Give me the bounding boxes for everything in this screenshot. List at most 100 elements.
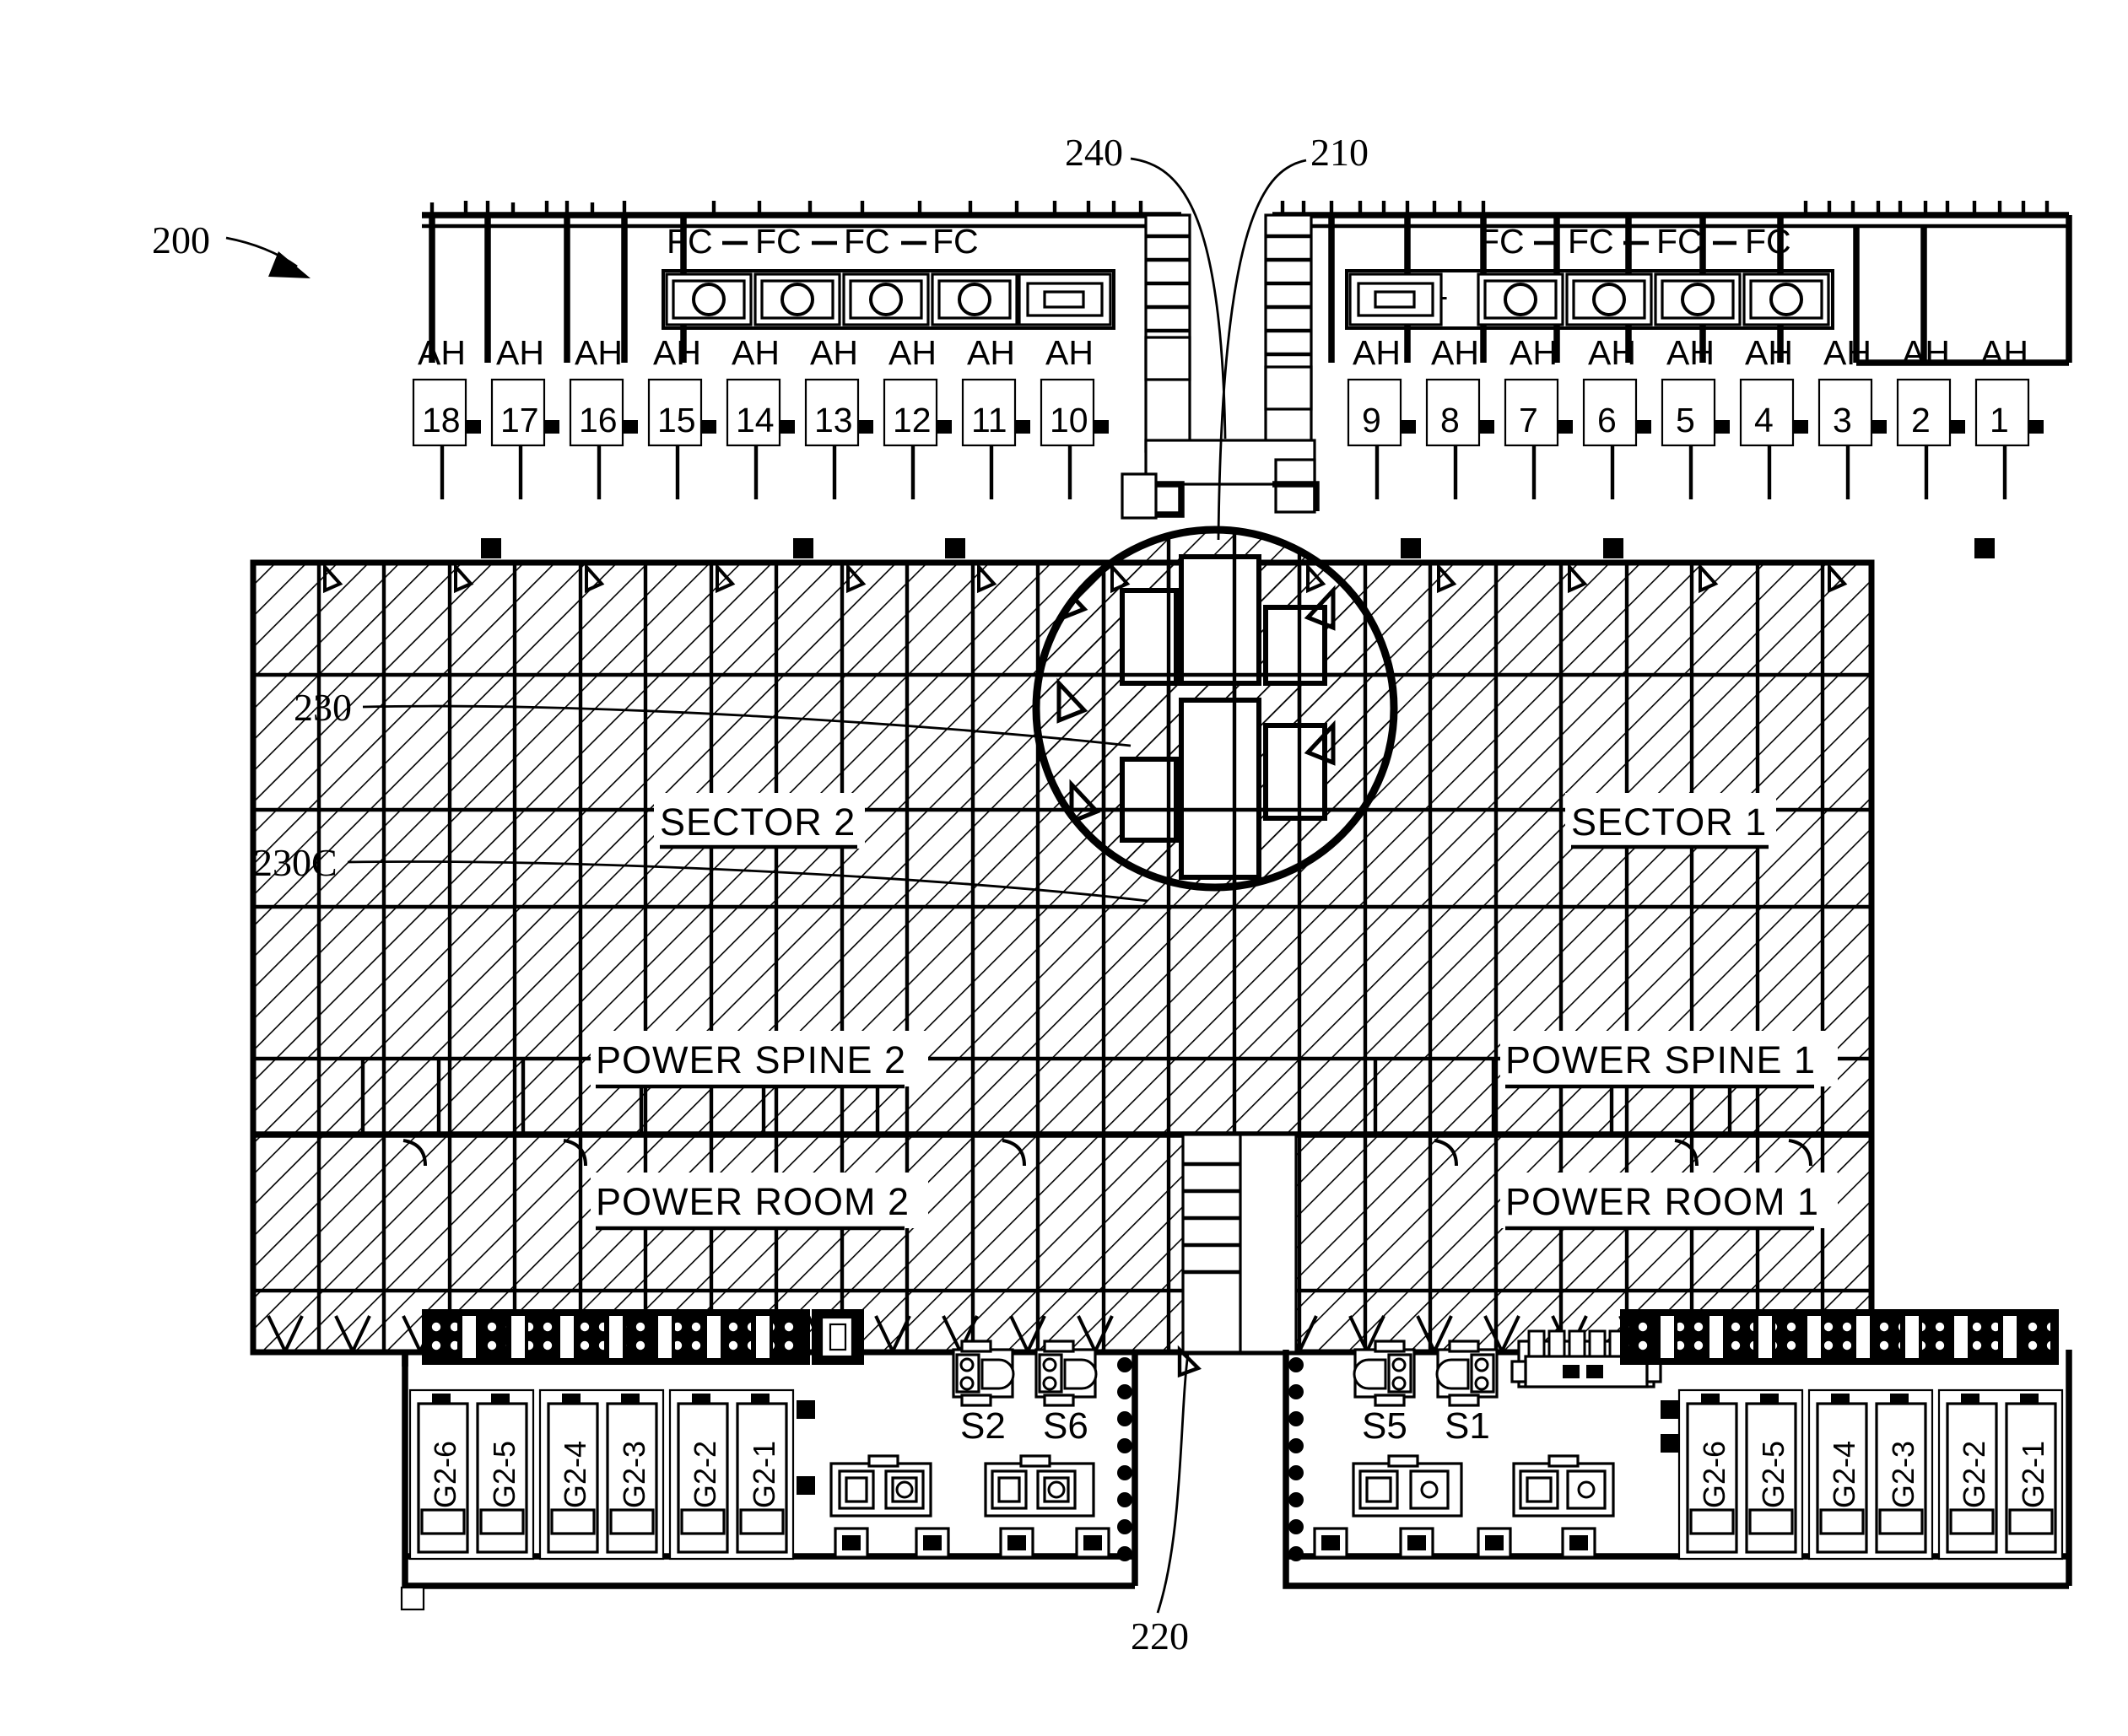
ah-number: 5	[1676, 401, 1695, 439]
ah-number: 6	[1597, 401, 1617, 439]
switchgear-label-s1: S1	[1445, 1405, 1490, 1447]
ah-number: 17	[500, 401, 539, 439]
fc-prefix-label: FC	[1478, 222, 1525, 261]
transformer-unit	[1353, 1340, 1416, 1407]
ah-number: 7	[1519, 401, 1538, 439]
sector-2-label: SECTOR 2	[660, 801, 856, 844]
generator-label: G2-6	[1697, 1441, 1731, 1508]
power-spine-2-label: POWER SPINE 2	[596, 1038, 906, 1081]
ah-prefix: AH	[1823, 333, 1871, 372]
ah-prefix: AH	[1045, 333, 1094, 372]
reference-number-200: 200	[152, 218, 210, 261]
ah-prefix: AH	[810, 333, 858, 372]
generator-bank-left: G2-6 G2-5 G2-4 G2-3 G2-2 G2-1	[408, 1388, 815, 1561]
transformer-unit	[952, 1340, 1015, 1407]
ah-number: 1	[1990, 401, 2009, 439]
zone-label-sector-2: SECTOR 2	[654, 793, 865, 849]
sector-1-label: SECTOR 1	[1571, 801, 1767, 844]
ah-number: 13	[814, 401, 853, 439]
ah-prefix: AH	[888, 333, 937, 372]
reference-number-240: 240	[1065, 131, 1123, 174]
equipment-pad	[1512, 1454, 1615, 1518]
ah-number: 9	[1362, 401, 1381, 439]
ah-prefix: AH	[653, 333, 701, 372]
ah-number: 14	[736, 401, 775, 439]
generator-label: G2-6	[428, 1441, 462, 1508]
fc-prefix-label: FC	[667, 222, 713, 261]
fc-equipment-row-right	[1345, 269, 1834, 330]
reference-number-210: 210	[1310, 131, 1369, 174]
fc-prefix-label: FC	[1745, 222, 1791, 261]
pps-1-unit	[1348, 272, 1443, 326]
transformer-unit	[1034, 1340, 1098, 1407]
ah-prefix: AH	[1510, 333, 1558, 372]
fc-equipment-row-left	[662, 269, 1115, 330]
generator-label: G2-4	[558, 1441, 592, 1508]
ah-number: 3	[1833, 401, 1852, 439]
switchgear-strip-left	[422, 1309, 864, 1365]
pps-2-unit	[1018, 272, 1112, 326]
ah-number: 16	[579, 401, 618, 439]
generator-label: G2-3	[1886, 1441, 1920, 1508]
switchgear-label-s5: S5	[1362, 1405, 1407, 1447]
central-spine-corridor	[1181, 1133, 1298, 1354]
ah-number: 18	[422, 401, 461, 439]
ah-prefix: AH	[732, 333, 780, 372]
ah-number: 10	[1050, 401, 1088, 439]
ah-prefix: AH	[1980, 333, 2028, 372]
generator-bank-right: G2-6 G2-5 G2-4 G2-3 G2-2 G2-1	[1661, 1388, 2064, 1561]
detail-circle-210	[1032, 526, 1398, 892]
ah-prefix: AH	[1588, 333, 1636, 372]
ah-number: 2	[1911, 401, 1931, 439]
zone-label-sector-1: SECTOR 1	[1565, 793, 1776, 849]
switchgear-label-s2: S2	[960, 1405, 1006, 1447]
ah-number: 4	[1754, 401, 1774, 439]
generator-label: G2-5	[1756, 1441, 1790, 1508]
generator-label: G2-1	[2016, 1441, 2050, 1508]
power-spine-1-label: POWER SPINE 1	[1505, 1038, 1816, 1081]
generator-label: G2-2	[688, 1441, 722, 1508]
reference-number-230: 230	[294, 686, 352, 729]
switchgear-strip-right	[1620, 1309, 2059, 1365]
ah-prefix: AH	[496, 333, 544, 372]
reference-number-230C: 230C	[253, 841, 338, 884]
ah-prefix: AH	[1666, 333, 1715, 372]
ah-prefix: AH	[1353, 333, 1401, 372]
zone-label-power-spine-2: POWER SPINE 2	[591, 1031, 928, 1089]
fc-prefix-label: FC	[755, 222, 802, 261]
ah-number: 11	[971, 401, 1007, 439]
ah-prefix: AH	[418, 333, 466, 372]
zone-label-power-spine-1: POWER SPINE 1	[1500, 1031, 1838, 1089]
fc-prefix-label: FC	[932, 222, 979, 261]
ah-prefix: AH	[1902, 333, 1950, 372]
central-core-right	[1264, 213, 1313, 453]
generator-label: G2-3	[617, 1441, 651, 1508]
ah-prefix: AH	[1745, 333, 1793, 372]
equipment-pad	[829, 1454, 932, 1518]
generator-label: G2-1	[747, 1441, 781, 1508]
power-room-1-label: POWER ROOM 1	[1505, 1180, 1819, 1223]
fc-prefix-label: FC	[1656, 222, 1703, 261]
ah-number: 15	[657, 401, 696, 439]
equipment-pad	[984, 1454, 1095, 1518]
figure-canvas: FC FC FC FC 8 7 6 5 PPS-2	[0, 0, 2128, 1736]
equipment-pad	[1352, 1454, 1463, 1518]
zone-label-power-room-1: POWER ROOM 1	[1500, 1173, 1838, 1231]
generator-label: G2-4	[1827, 1441, 1861, 1508]
ah-number: 8	[1440, 401, 1460, 439]
ah-prefix: AH	[575, 333, 623, 372]
switchgear-label-s6: S6	[1043, 1405, 1088, 1447]
central-core-left	[1144, 213, 1191, 453]
generator-label: G2-5	[487, 1441, 521, 1508]
ah-number: 12	[893, 401, 932, 439]
reference-number-220: 220	[1131, 1615, 1189, 1658]
transformer-unit	[1435, 1340, 1499, 1407]
ah-prefix: AH	[1431, 333, 1479, 372]
patent-figure-sheet: FC FC FC FC 8 7 6 5 PPS-2	[0, 0, 2128, 1736]
zone-label-power-room-2: POWER ROOM 2	[591, 1173, 928, 1231]
generator-label: G2-2	[1957, 1441, 1991, 1508]
fc-prefix-label: FC	[844, 222, 890, 261]
ah-prefix: AH	[967, 333, 1015, 372]
fc-prefix-label: FC	[1568, 222, 1614, 261]
power-room-2-label: POWER ROOM 2	[596, 1180, 910, 1223]
